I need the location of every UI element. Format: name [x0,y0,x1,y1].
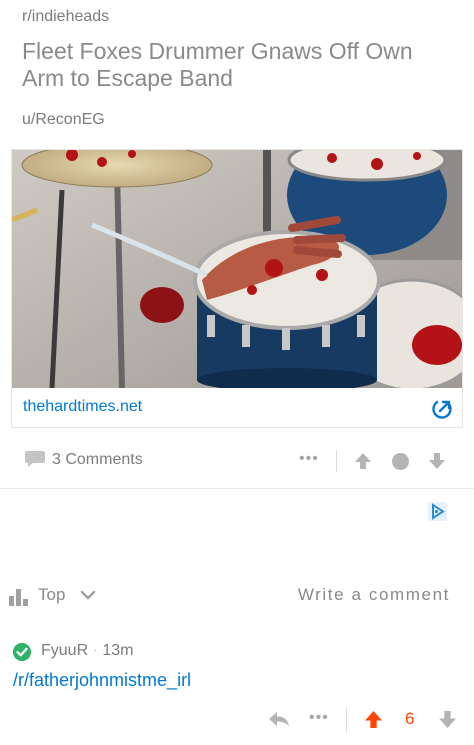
section-divider [0,488,474,489]
comments-count-button[interactable]: 3 Comments [52,451,143,469]
comment-more-options-button[interactable]: ••• [309,709,329,727]
post-more-options-button[interactable]: ••• [299,450,319,468]
link-thumbnail[interactable] [12,150,462,388]
award-circle-icon[interactable] [392,453,409,470]
comment-sort-bar: Top Write a comment [0,580,474,610]
verified-check-icon [13,643,31,661]
downvote-arrow-icon[interactable] [428,452,446,470]
sort-bars-icon[interactable] [8,586,30,606]
comment-meta: FyuuR · 13m [41,642,133,660]
link-bar[interactable]: thehardtimes.net [12,389,462,427]
comment-age: 13m [102,642,134,659]
subreddit-link[interactable]: r/indieheads [22,8,109,26]
link-domain[interactable]: thehardtimes.net [23,398,142,416]
comment-actions-bar: ••• 6 [0,706,474,734]
meta-separator: · [92,642,98,659]
post-author[interactable]: u/ReconEG [22,111,105,129]
reply-icon[interactable] [268,710,290,728]
comment-bubble-icon[interactable] [24,449,46,469]
drum-kit-image [12,150,462,388]
actions-divider [336,450,337,472]
comment-body-link[interactable]: /r/fatherjohnmistme_irl [13,670,191,691]
downvote-arrow-icon[interactable] [438,710,457,729]
upvote-arrow-icon[interactable] [354,452,372,470]
comment-score: 6 [405,709,415,728]
upvote-arrow-icon[interactable] [364,710,383,729]
ad-choices-icon[interactable] [428,502,447,521]
sort-dropdown-label[interactable]: Top [38,585,65,605]
write-comment-button[interactable]: Write a comment [298,585,450,605]
comment-username[interactable]: FyuuR [41,642,88,659]
actions-divider [346,708,347,732]
post-actions-bar: 3 Comments ••• [0,446,474,476]
external-link-icon[interactable] [431,398,453,420]
chevron-down-icon[interactable] [80,590,96,600]
post-title[interactable]: Fleet Foxes Drummer Gnaws Off Own Arm to… [22,38,452,92]
